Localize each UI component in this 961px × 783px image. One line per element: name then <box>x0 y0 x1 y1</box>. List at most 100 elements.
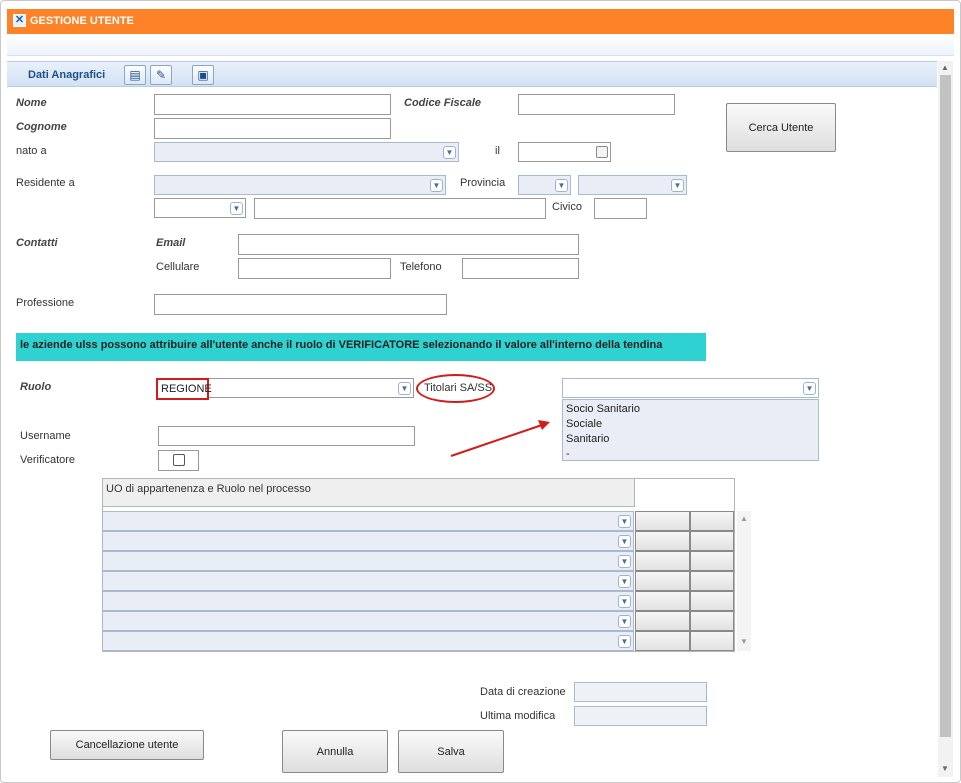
list-icon[interactable]: ▤ <box>124 65 146 85</box>
grid-cell[interactable] <box>635 551 690 571</box>
grid-cell[interactable] <box>635 571 690 591</box>
grid-row-select[interactable]: ▼ <box>102 591 634 611</box>
scroll-up-icon[interactable]: ▲ <box>941 63 949 72</box>
cognome-input[interactable] <box>154 118 391 139</box>
titolari-dropdown-list[interactable]: Socio Sanitario Sociale Sanitario - <box>562 399 819 461</box>
ruolo-label: Ruolo <box>20 381 52 393</box>
codice-fiscale-label: Codice Fiscale <box>404 97 482 109</box>
grid-cell[interactable] <box>690 511 734 531</box>
annulla-button[interactable]: Annulla <box>282 730 388 773</box>
dropdown-option[interactable]: Sociale <box>566 417 815 432</box>
grid-cell[interactable] <box>635 591 690 611</box>
salva-button[interactable]: Salva <box>398 730 504 773</box>
cancellazione-utente-button[interactable]: Cancellazione utente <box>50 730 204 760</box>
provincia-select[interactable]: ▼ <box>518 175 571 195</box>
grid-cell[interactable] <box>690 551 734 571</box>
ultima-modifica-label: Ultima modifica <box>480 710 556 722</box>
grid-cell[interactable] <box>690 571 734 591</box>
grid-row-select[interactable]: ▼ <box>102 631 634 651</box>
nato-a-label: nato a <box>16 145 47 157</box>
grid-cell[interactable] <box>690 591 734 611</box>
cellulare-input[interactable] <box>238 258 391 279</box>
grid-cell[interactable] <box>690 631 734 651</box>
chevron-down-icon: ▼ <box>618 515 631 528</box>
verificatore-checkbox[interactable] <box>173 454 185 466</box>
grid-scrollbar[interactable]: ▲ ▼ <box>737 511 751 651</box>
civico-input[interactable] <box>594 198 647 219</box>
nato-a-select[interactable]: ▼ <box>154 142 459 162</box>
data-creazione-label: Data di creazione <box>480 686 566 698</box>
grid-row-select[interactable]: ▼ <box>102 511 634 531</box>
cognome-label: Cognome <box>16 121 67 133</box>
il-label: il <box>495 145 500 157</box>
residente-label: Residente a <box>16 177 75 189</box>
residente-select[interactable]: ▼ <box>154 175 446 195</box>
codice-fiscale-input[interactable] <box>518 94 675 115</box>
professione-input[interactable] <box>154 294 447 315</box>
chevron-down-icon: ▼ <box>618 535 631 548</box>
professione-label: Professione <box>16 297 75 309</box>
ruolo-value-highlight: REGIONE <box>156 378 212 400</box>
save-disk-icon[interactable]: ▣ <box>192 65 214 85</box>
telefono-input[interactable] <box>462 258 579 279</box>
grid-row-select[interactable]: ▼ <box>102 571 634 591</box>
scroll-up-icon[interactable]: ▲ <box>740 514 748 523</box>
grid-cell[interactable] <box>635 611 690 631</box>
chevron-down-icon: ▼ <box>618 575 631 588</box>
cerca-utente-button[interactable]: Cerca Utente <box>726 103 836 152</box>
titolari-select[interactable]: ▼ <box>562 378 819 398</box>
grid-header: UO di appartenenza e Ruolo nel processo <box>102 478 635 507</box>
grid-row-select[interactable]: ▼ <box>102 531 634 551</box>
calendar-icon[interactable] <box>596 146 608 158</box>
civico-label: Civico <box>552 201 582 213</box>
nome-label: Nome <box>16 97 47 109</box>
grid-row-select[interactable]: ▼ <box>102 551 634 571</box>
data-nascita-input[interactable] <box>518 142 611 162</box>
grid-row-select[interactable]: ▼ <box>102 611 634 631</box>
provincia-label: Provincia <box>460 177 506 189</box>
dropdown-option[interactable]: Sanitario <box>566 432 815 447</box>
grid-cell[interactable] <box>635 511 690 531</box>
email-label: Email <box>156 237 186 249</box>
titolari-label: Titolari SA/SS <box>424 382 493 394</box>
ultima-modifica-input <box>574 706 707 726</box>
chevron-down-icon: ▼ <box>618 555 631 568</box>
chevron-down-icon: ▼ <box>398 382 411 395</box>
chevron-down-icon: ▼ <box>618 595 631 608</box>
contatti-label: Contatti <box>16 237 58 249</box>
chevron-down-icon: ▼ <box>443 146 456 159</box>
scroll-down-icon[interactable]: ▼ <box>740 637 748 646</box>
tipo-via-select[interactable]: ▼ <box>154 198 246 218</box>
grid-cell[interactable] <box>690 531 734 551</box>
dropdown-option[interactable]: - <box>566 447 815 462</box>
annotation-arrow <box>450 420 550 457</box>
scroll-down-icon[interactable]: ▼ <box>941 764 949 773</box>
info-banner: le aziende ulss possono attribuire all'u… <box>16 333 706 361</box>
email-input[interactable] <box>238 234 579 255</box>
grid-cell[interactable] <box>635 631 690 651</box>
chevron-down-icon: ▼ <box>430 179 443 192</box>
comune-select[interactable]: ▼ <box>578 175 687 195</box>
dropdown-option[interactable]: Socio Sanitario <box>566 402 815 417</box>
section-header: Dati Anagrafici ▤ ✎ ▣ <box>7 61 937 87</box>
section-title: Dati Anagrafici <box>28 69 106 81</box>
chevron-down-icon: ▼ <box>555 179 568 192</box>
window-title: GESTIONE UTENTE <box>30 15 134 27</box>
chevron-down-icon: ▼ <box>671 179 684 192</box>
chevron-down-icon: ▼ <box>230 202 243 215</box>
user-edit-icon[interactable]: ✎ <box>150 65 172 85</box>
username-input[interactable] <box>158 426 415 446</box>
close-icon[interactable]: ✕ <box>13 14 26 27</box>
nome-input[interactable] <box>154 94 391 115</box>
data-creazione-input <box>574 682 707 702</box>
chevron-down-icon: ▼ <box>618 635 631 648</box>
ruolo-select[interactable]: REGIONE ▼ <box>156 378 414 400</box>
verificatore-box <box>158 450 199 471</box>
verificatore-label: Verificatore <box>20 454 76 466</box>
indirizzo-input[interactable] <box>254 198 546 219</box>
main-scrollbar[interactable]: ▲ ▼ <box>938 61 953 777</box>
grid-cell[interactable] <box>635 531 690 551</box>
telefono-label: Telefono <box>400 261 442 273</box>
scroll-thumb[interactable] <box>940 75 951 737</box>
grid-cell[interactable] <box>690 611 734 631</box>
